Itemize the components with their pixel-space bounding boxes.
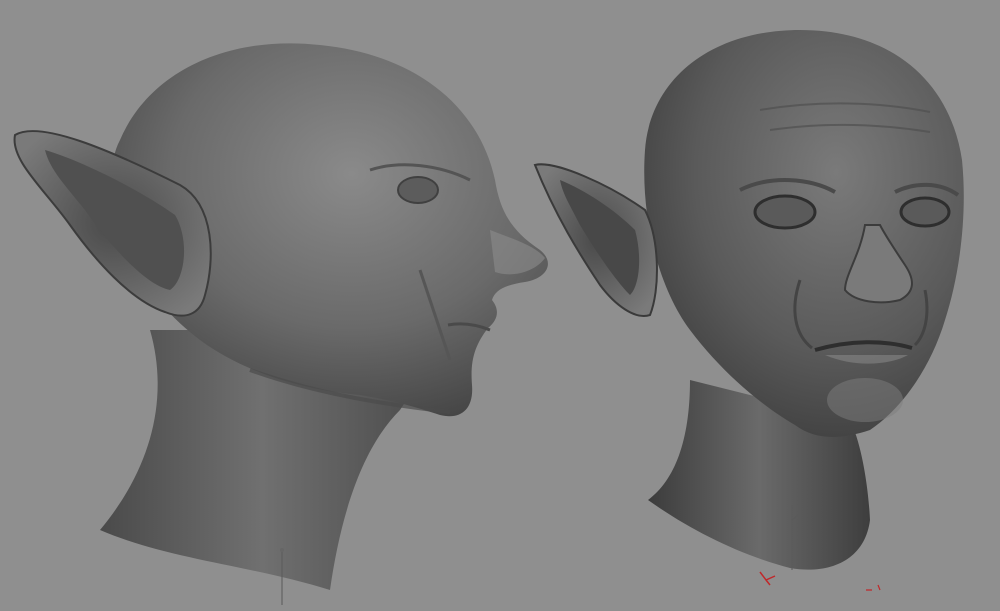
tq-eye-right — [899, 196, 951, 228]
elf-bust-three-quarter-view[interactable] — [533, 30, 964, 570]
gizmo-right-x-axis — [759, 571, 776, 586]
tq-eye-left — [753, 194, 817, 230]
tq-head — [644, 30, 964, 437]
gizmo-right-x-tick — [866, 584, 881, 591]
gizmo-left-origin — [280, 548, 284, 552]
tq-chin — [827, 378, 903, 422]
side-eye — [397, 176, 439, 204]
3d-viewport[interactable] — [0, 0, 1000, 611]
elf-bust-side-view[interactable] — [13, 43, 548, 590]
viewport-canvas[interactable] — [0, 0, 1000, 611]
